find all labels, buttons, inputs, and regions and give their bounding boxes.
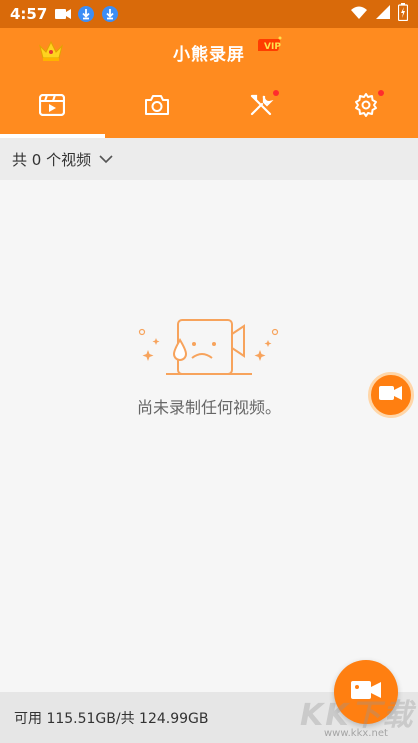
storage-text: 可用 115.51GB/共 124.99GB (14, 710, 209, 727)
app-title: 小熊录屏 (173, 45, 245, 65)
tab-bar (0, 76, 418, 138)
video-filter-dropdown[interactable]: 共 0 个视频 (0, 138, 418, 180)
video-camera-icon (379, 385, 403, 405)
watermark-url: www.kkx.net (324, 728, 388, 739)
gear-icon (353, 92, 379, 122)
floating-record-button[interactable] (368, 372, 414, 418)
vip-label: VIP (264, 42, 281, 52)
video-count-label: 共 0 个视频 (12, 150, 92, 169)
status-time: 4:57 (10, 5, 48, 23)
battery-icon (397, 3, 409, 25)
tab-settings[interactable] (314, 76, 418, 138)
download-notification-icon (77, 5, 95, 23)
download-notification-icon (101, 5, 119, 23)
vip-badge: VIP (256, 36, 284, 56)
camera-icon (144, 94, 170, 120)
signal-icon (350, 5, 368, 23)
tools-badge (273, 90, 280, 96)
empty-state-message: 尚未录制任何视频。 (136, 398, 281, 417)
chevron-down-icon (99, 154, 113, 164)
video-icon (39, 93, 66, 120)
tab-screenshots[interactable] (105, 76, 210, 138)
tab-tools[interactable] (209, 76, 314, 138)
cellular-icon (376, 5, 390, 23)
tab-videos[interactable] (0, 76, 105, 138)
settings-badge (377, 90, 384, 96)
app-bar: 小熊录屏 VIP (0, 28, 418, 76)
tools-icon (248, 92, 274, 122)
video-notification-icon (55, 8, 72, 20)
empty-video-illustration (136, 312, 282, 386)
status-bar: 4:57 (0, 0, 418, 28)
